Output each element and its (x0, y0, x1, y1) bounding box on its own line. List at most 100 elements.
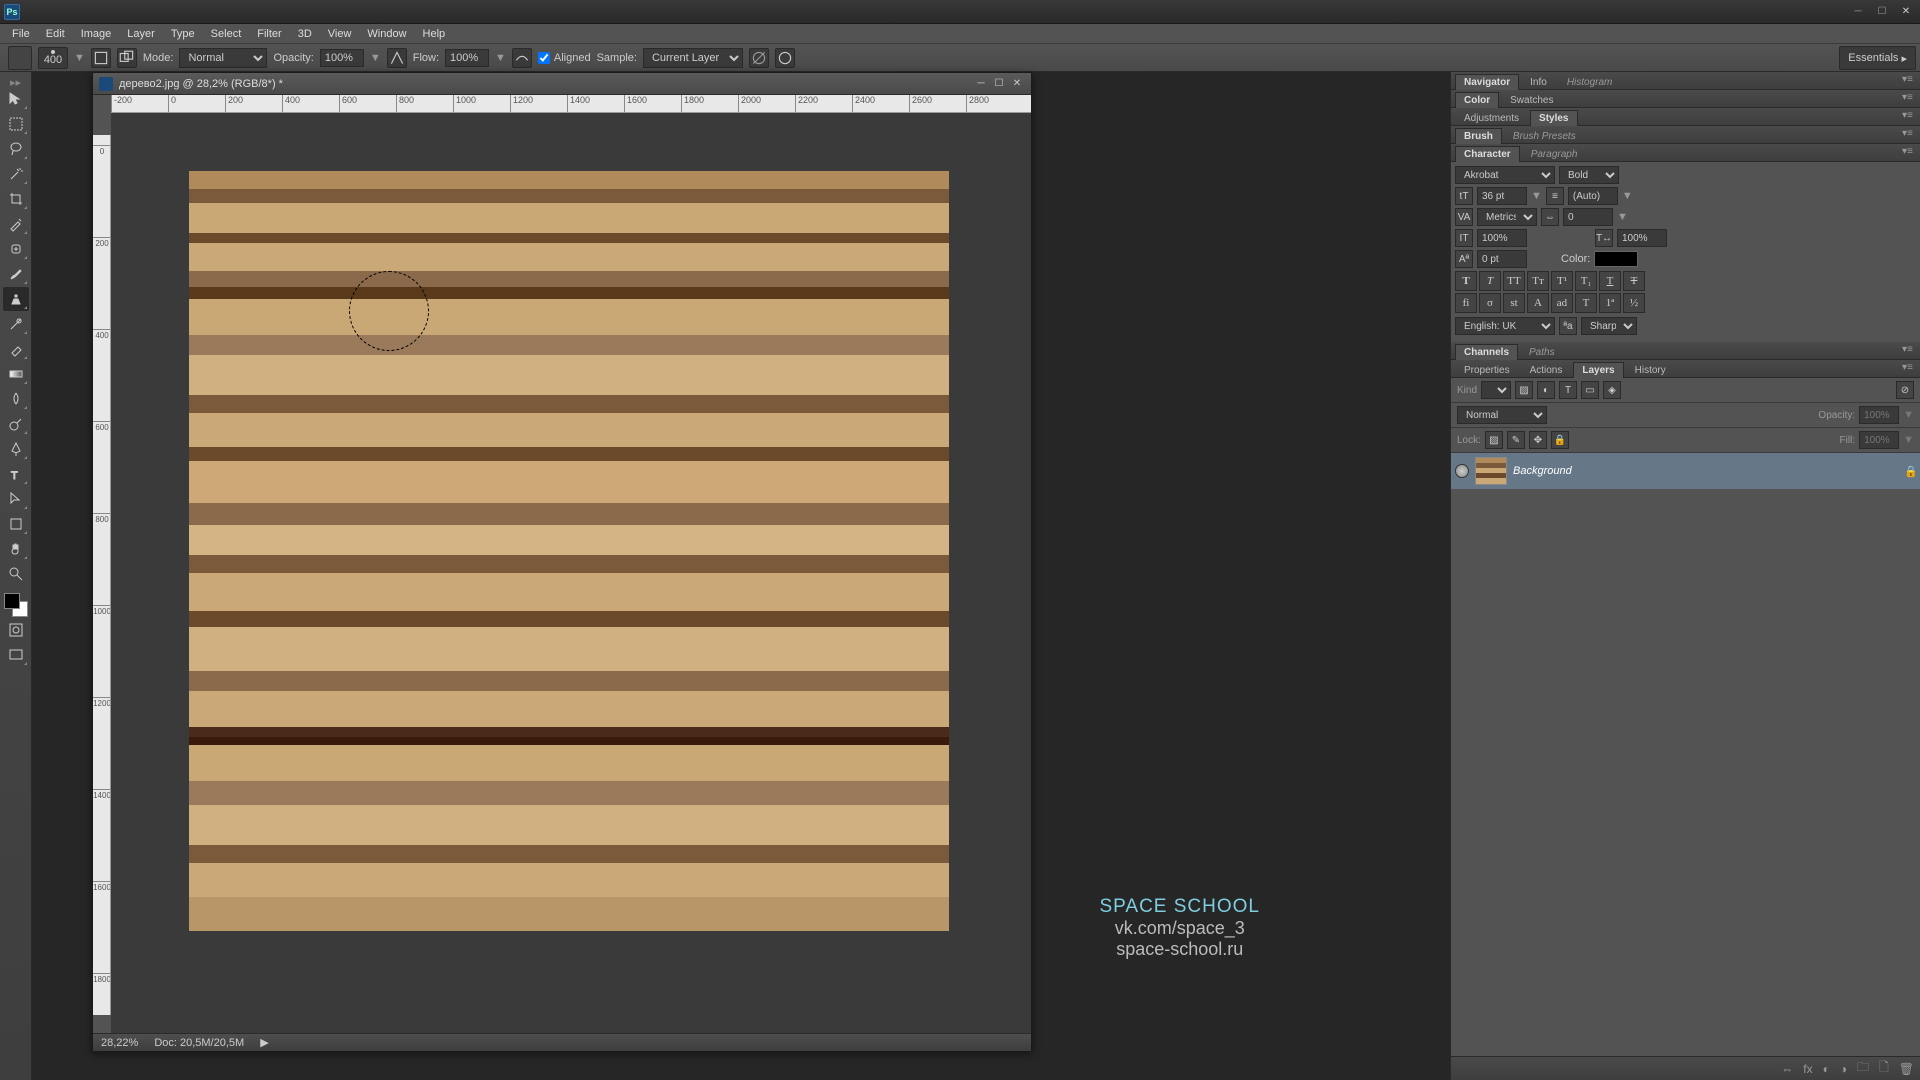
hand-tool[interactable] (3, 537, 29, 561)
tab-info[interactable]: Info (1521, 74, 1556, 90)
group-icon[interactable]: 🗀 (1857, 1058, 1869, 1079)
clone-stamp-tool[interactable] (3, 287, 29, 311)
workspace-switcher[interactable]: Essentials ▸ (1839, 46, 1916, 70)
flow-input[interactable] (445, 49, 489, 67)
lock-all-icon[interactable]: 🔒 (1551, 431, 1569, 449)
lock-position-icon[interactable]: ✥ (1529, 431, 1547, 449)
airbrush-button[interactable] (512, 48, 532, 68)
blur-tool[interactable] (3, 387, 29, 411)
arrow-down-icon[interactable]: ▼ (370, 52, 381, 64)
eraser-tool[interactable] (3, 337, 29, 361)
tab-channels[interactable]: Channels (1455, 344, 1518, 360)
ot-fractions-button[interactable]: ½ (1623, 293, 1645, 313)
dodge-tool[interactable] (3, 412, 29, 436)
brush-tool[interactable] (3, 262, 29, 286)
lock-pixels-icon[interactable]: ✎ (1507, 431, 1525, 449)
aligned-checkbox[interactable]: Aligned (538, 52, 591, 64)
history-brush-tool[interactable] (3, 312, 29, 336)
lock-transparent-icon[interactable]: ▨ (1485, 431, 1503, 449)
menu-3d[interactable]: 3D (290, 26, 320, 42)
antialias-select[interactable]: Sharp (1581, 317, 1637, 335)
visibility-icon[interactable] (1455, 464, 1469, 478)
tab-brush[interactable]: Brush (1455, 128, 1502, 144)
ot-ordinals-button[interactable]: 1ª (1599, 293, 1621, 313)
sample-select[interactable]: Current Layer (643, 48, 743, 68)
tab-paragraph[interactable]: Paragraph (1522, 146, 1587, 162)
text-color-swatch[interactable] (1594, 251, 1638, 267)
marquee-tool[interactable] (3, 112, 29, 136)
strikethrough-button[interactable]: T (1623, 271, 1645, 291)
ot-contextual-button[interactable]: σ (1479, 293, 1501, 313)
doc-minimize-button[interactable]: ─ (973, 77, 989, 91)
underline-button[interactable]: T (1599, 271, 1621, 291)
font-size-input[interactable] (1477, 187, 1527, 205)
tab-histogram[interactable]: Histogram (1558, 74, 1622, 90)
brush-preset-picker[interactable]: 400 (38, 47, 68, 69)
foreground-color[interactable] (4, 593, 20, 609)
status-arrow-icon[interactable]: ▶ (260, 1036, 268, 1049)
tracking-input[interactable] (1563, 208, 1613, 226)
window-minimize-button[interactable]: ─ (1848, 5, 1868, 19)
toggle-brush-panel-button[interactable] (91, 48, 111, 68)
menu-select[interactable]: Select (203, 26, 250, 42)
zoom-level[interactable]: 28,22% (101, 1037, 138, 1049)
filter-smart-icon[interactable]: ◈ (1603, 381, 1621, 399)
hscale-input[interactable] (1617, 229, 1667, 247)
tab-properties[interactable]: Properties (1455, 362, 1519, 378)
tab-adjustments[interactable]: Adjustments (1455, 110, 1528, 126)
panel-menu-icon[interactable]: ▾≡ (1902, 362, 1916, 374)
doc-maximize-button[interactable]: ☐ (991, 77, 1007, 91)
window-maximize-button[interactable]: ☐ (1872, 5, 1892, 19)
tab-paths[interactable]: Paths (1520, 344, 1564, 360)
shape-tool[interactable] (3, 512, 29, 536)
pen-tool[interactable] (3, 437, 29, 461)
layer-mask-icon[interactable]: ◐ (1823, 1062, 1830, 1076)
panel-menu-icon[interactable]: ▾≡ (1902, 110, 1916, 122)
delete-layer-icon[interactable]: 🗑 (1899, 1062, 1914, 1076)
menu-window[interactable]: Window (359, 26, 414, 42)
doc-size[interactable]: Doc: 20,5M/20,5M (154, 1037, 244, 1049)
opacity-input[interactable] (320, 49, 364, 67)
filter-shape-icon[interactable]: ▭ (1581, 381, 1599, 399)
blend-mode-select[interactable]: Normal (1457, 406, 1547, 424)
pressure-size-button[interactable] (775, 48, 795, 68)
tools-grip-icon[interactable]: ▸▸ (0, 76, 31, 86)
tab-layers[interactable]: Layers (1573, 362, 1623, 378)
menu-edit[interactable]: Edit (38, 26, 73, 42)
tab-actions[interactable]: Actions (1521, 362, 1572, 378)
faux-italic-button[interactable]: T (1479, 271, 1501, 291)
tab-brush-presets[interactable]: Brush Presets (1504, 128, 1585, 144)
clone-source-panel-button[interactable] (117, 48, 137, 68)
doc-close-button[interactable]: ✕ (1009, 77, 1025, 91)
layer-row-background[interactable]: Background 🔒 (1451, 453, 1920, 489)
panel-menu-icon[interactable]: ▾≡ (1902, 92, 1916, 104)
screen-mode-button[interactable] (3, 643, 29, 667)
panel-menu-icon[interactable]: ▾≡ (1902, 146, 1916, 158)
subscript-button[interactable]: T₁ (1575, 271, 1597, 291)
window-close-button[interactable]: ✕ (1896, 5, 1916, 19)
ot-stylistic-button[interactable]: ad (1551, 293, 1573, 313)
link-layers-icon[interactable]: ⇔ (1781, 1062, 1793, 1076)
baseline-input[interactable] (1477, 250, 1527, 268)
filter-toggle-switch[interactable]: ⊘ (1896, 381, 1914, 399)
ot-discretionary-button[interactable]: st (1503, 293, 1525, 313)
arrow-down-icon[interactable]: ▼ (74, 52, 85, 64)
ot-swash-button[interactable]: A (1527, 293, 1549, 313)
menu-image[interactable]: Image (73, 26, 120, 42)
all-caps-button[interactable]: TT (1503, 271, 1525, 291)
filter-pixel-icon[interactable]: ▨ (1515, 381, 1533, 399)
tab-styles[interactable]: Styles (1530, 110, 1577, 126)
menu-view[interactable]: View (320, 26, 360, 42)
pressure-opacity-button[interactable] (387, 48, 407, 68)
small-caps-button[interactable]: Tᴛ (1527, 271, 1549, 291)
menu-layer[interactable]: Layer (119, 26, 163, 42)
leading-input[interactable] (1568, 187, 1618, 205)
vscale-input[interactable] (1477, 229, 1527, 247)
ruler-horizontal[interactable]: -200020040060080010001200140016001800200… (111, 95, 1031, 113)
ignore-adjustment-button[interactable] (749, 48, 769, 68)
menu-file[interactable]: File (4, 26, 38, 42)
kind-filter-select[interactable]: ≡ (1481, 381, 1511, 399)
language-select[interactable]: English: UK (1455, 317, 1555, 335)
panel-menu-icon[interactable]: ▾≡ (1902, 74, 1916, 86)
tool-preset-icon[interactable] (8, 46, 32, 70)
